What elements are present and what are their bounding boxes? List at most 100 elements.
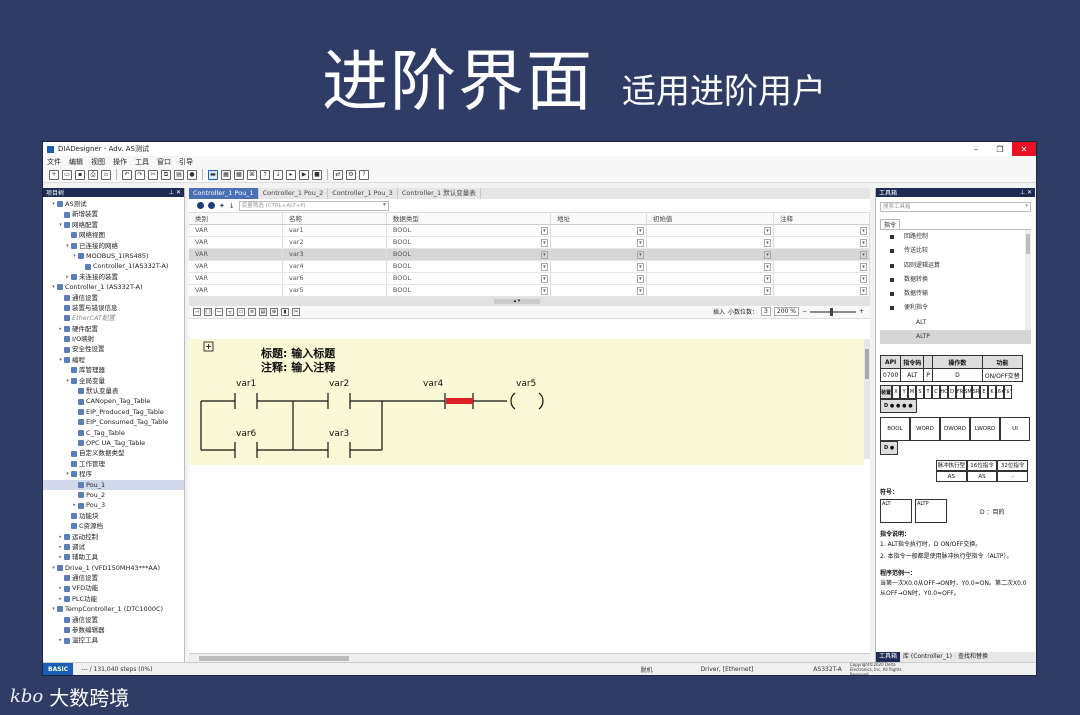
tree-toggle-icon[interactable]: ▾ xyxy=(50,604,57,614)
tree-toggle-icon[interactable]: ▸ xyxy=(57,635,64,645)
decimals-input[interactable]: 3 xyxy=(761,307,771,316)
editor-horizontal-scrollbar[interactable] xyxy=(189,653,870,662)
table-cell[interactable]: BOOL ▾ xyxy=(386,272,551,285)
variable-filter-input[interactable]: 变量筛选 (CTRL+ALT+F) xyxy=(238,200,389,211)
table-cell[interactable]: BOOL ▾ xyxy=(386,248,551,261)
table-cell[interactable]: ▾ xyxy=(550,284,647,297)
table-cell[interactable]: var6 xyxy=(282,272,387,285)
stop-icon[interactable]: ■ xyxy=(312,169,322,180)
instruction-item[interactable]: 传送比较 xyxy=(880,244,1031,258)
tree-node[interactable]: ▾ 全局变量 xyxy=(43,376,184,386)
dropdown-icon[interactable]: ▾ xyxy=(540,226,548,235)
menu-item[interactable]: 编辑 xyxy=(69,157,83,167)
table-cell[interactable]: ▾ xyxy=(646,284,775,297)
table-cell[interactable]: ▾ xyxy=(646,248,775,261)
tree-node[interactable]: 默认变量表 xyxy=(43,386,184,396)
table-cell[interactable]: var5 xyxy=(282,284,387,297)
tree-node[interactable]: ▾ 编程 xyxy=(43,355,184,365)
instruction-item[interactable]: 四则逻辑运算 xyxy=(880,259,1031,273)
tree-node[interactable]: OPC UA_Tag_Table xyxy=(43,438,184,448)
dropdown-icon[interactable]: ▾ xyxy=(860,226,867,235)
table-cell[interactable]: BOOL ▾ xyxy=(386,224,551,237)
table-cell[interactable]: ▾ xyxy=(773,248,870,261)
tree-node[interactable]: I/O映射 xyxy=(43,334,184,344)
dropdown-icon[interactable]: ▾ xyxy=(860,238,867,247)
table-cell[interactable]: ▾ xyxy=(646,260,775,273)
table-row[interactable]: VAR var1 BOOL ▾ ▾ ▾ ▾ xyxy=(189,224,870,237)
tree-node[interactable]: 安全性设置 xyxy=(43,344,184,354)
instruction-item[interactable]: ALTP xyxy=(880,330,1031,345)
add-icon[interactable]: ✦ xyxy=(219,202,225,210)
tree-node[interactable]: ▸ Pou_3 xyxy=(43,500,184,510)
table-cell[interactable]: var2 xyxy=(282,236,387,249)
print-icon[interactable]: ⎙ xyxy=(88,169,98,180)
tree-toggle-icon[interactable]: ▾ xyxy=(57,220,64,230)
grid-icon[interactable]: ▦ xyxy=(221,169,231,180)
tree-node[interactable]: Pou_2 xyxy=(43,490,184,500)
tree-node[interactable]: C_Tag_Table xyxy=(43,428,184,438)
open-folder-icon[interactable]: ▭ xyxy=(62,169,72,180)
tab-toolbox[interactable]: 工具箱 xyxy=(876,652,901,662)
tree-node[interactable]: 新增装置 xyxy=(43,209,184,219)
tree-node[interactable]: ▸ VFD功能 xyxy=(43,583,184,593)
dropdown-icon[interactable]: ▾ xyxy=(764,226,771,235)
editor-tab[interactable]: Controller_1 默认变量表 xyxy=(398,188,481,199)
close-button[interactable]: ✕ xyxy=(1012,142,1036,156)
tree-node[interactable]: ▾ MODBUS_1(RS485) xyxy=(43,251,184,261)
tree-node[interactable]: 装置与错误信息 xyxy=(43,303,184,313)
settings-icon[interactable]: ⚙ xyxy=(346,169,356,180)
tree-node[interactable]: 工作管理 xyxy=(43,459,184,469)
dropdown-icon[interactable]: ▾ xyxy=(540,262,548,271)
tree-toggle-icon[interactable]: ▸ xyxy=(57,532,64,542)
tab-instructions[interactable]: 指令 xyxy=(880,219,901,229)
restore-button[interactable]: ❐ xyxy=(988,142,1012,156)
menu-item[interactable]: 引导 xyxy=(179,157,193,167)
rung-comment[interactable]: 注释: 输入注释 xyxy=(261,359,335,375)
dropdown-icon[interactable]: ▾ xyxy=(860,262,867,271)
filter-off-icon[interactable] xyxy=(208,202,215,209)
run-icon[interactable]: ▶ xyxy=(299,169,309,180)
menu-item[interactable]: 视图 xyxy=(91,157,105,167)
tree-toggle-icon[interactable]: ▾ xyxy=(64,376,71,386)
table-cell[interactable]: ▾ xyxy=(646,272,775,285)
table-cell[interactable]: var1 xyxy=(282,224,387,237)
mode-badge[interactable]: BASIC xyxy=(43,662,74,675)
tree-node[interactable]: 自定义数据类型 xyxy=(43,448,184,458)
tree-node[interactable]: EIP_Consumed_Tag_Table xyxy=(43,417,184,427)
dropdown-icon[interactable]: ▾ xyxy=(764,262,771,271)
toolbox-search-input[interactable]: 搜索工具箱 xyxy=(880,202,1031,212)
tree-toggle-icon[interactable]: ▸ xyxy=(57,583,64,593)
table-cell[interactable]: ▾ xyxy=(773,284,870,297)
dropdown-icon[interactable]: ▾ xyxy=(636,250,644,259)
tree-node[interactable]: CANopen_Tag_Table xyxy=(43,396,184,406)
tree-node[interactable]: ▾ Controller_1 (AS332T-A) xyxy=(43,282,184,292)
help-icon[interactable]: ? xyxy=(359,169,369,180)
zoom-slider[interactable] xyxy=(809,307,856,316)
table-cell[interactable]: VAR xyxy=(189,248,284,261)
table-cell[interactable]: VAR xyxy=(189,272,284,285)
tree-node[interactable]: ▸ 运动控制 xyxy=(43,532,184,542)
bookmark-tool-icon[interactable]: ▮ xyxy=(281,307,289,316)
tree-toggle-icon[interactable]: ▾ xyxy=(71,251,78,261)
tree-toggle-icon[interactable]: ▸ xyxy=(57,542,64,552)
tree-toggle-icon[interactable]: ▾ xyxy=(57,355,64,365)
table-cell[interactable]: VAR xyxy=(189,284,284,297)
table-cell[interactable]: BOOL ▾ xyxy=(386,284,551,297)
tree-node[interactable]: ▾ 程序 xyxy=(43,469,184,479)
table-cell[interactable]: var4 xyxy=(282,260,387,273)
table-cell[interactable]: ▾ xyxy=(773,236,870,249)
table-cell[interactable]: VAR xyxy=(189,260,284,273)
column-header[interactable]: 名称 xyxy=(282,213,387,225)
editor-tab[interactable]: Controller_1 Pou_2 xyxy=(259,188,329,199)
tree-node[interactable]: ▾ 已连接的网络 xyxy=(43,241,184,251)
table-cell[interactable]: ▾ xyxy=(550,272,647,285)
dropdown-icon[interactable]: ▾ xyxy=(540,274,548,283)
record-icon[interactable]: ● xyxy=(187,169,197,180)
table-cell[interactable]: ▾ xyxy=(646,236,775,249)
zoom-select[interactable]: 200 % xyxy=(773,307,799,316)
tree-node[interactable]: 通信设置 xyxy=(43,615,184,625)
dropdown-icon[interactable]: ▾ xyxy=(860,250,867,259)
ladder-rung[interactable]: 标题: 输入标题 注释: 输入注释 var1 var2 var4 var6 va… xyxy=(189,339,864,465)
network-tool-icon[interactable]: ≡ xyxy=(248,307,256,316)
editor-vertical-scrollbar[interactable] xyxy=(864,339,870,459)
